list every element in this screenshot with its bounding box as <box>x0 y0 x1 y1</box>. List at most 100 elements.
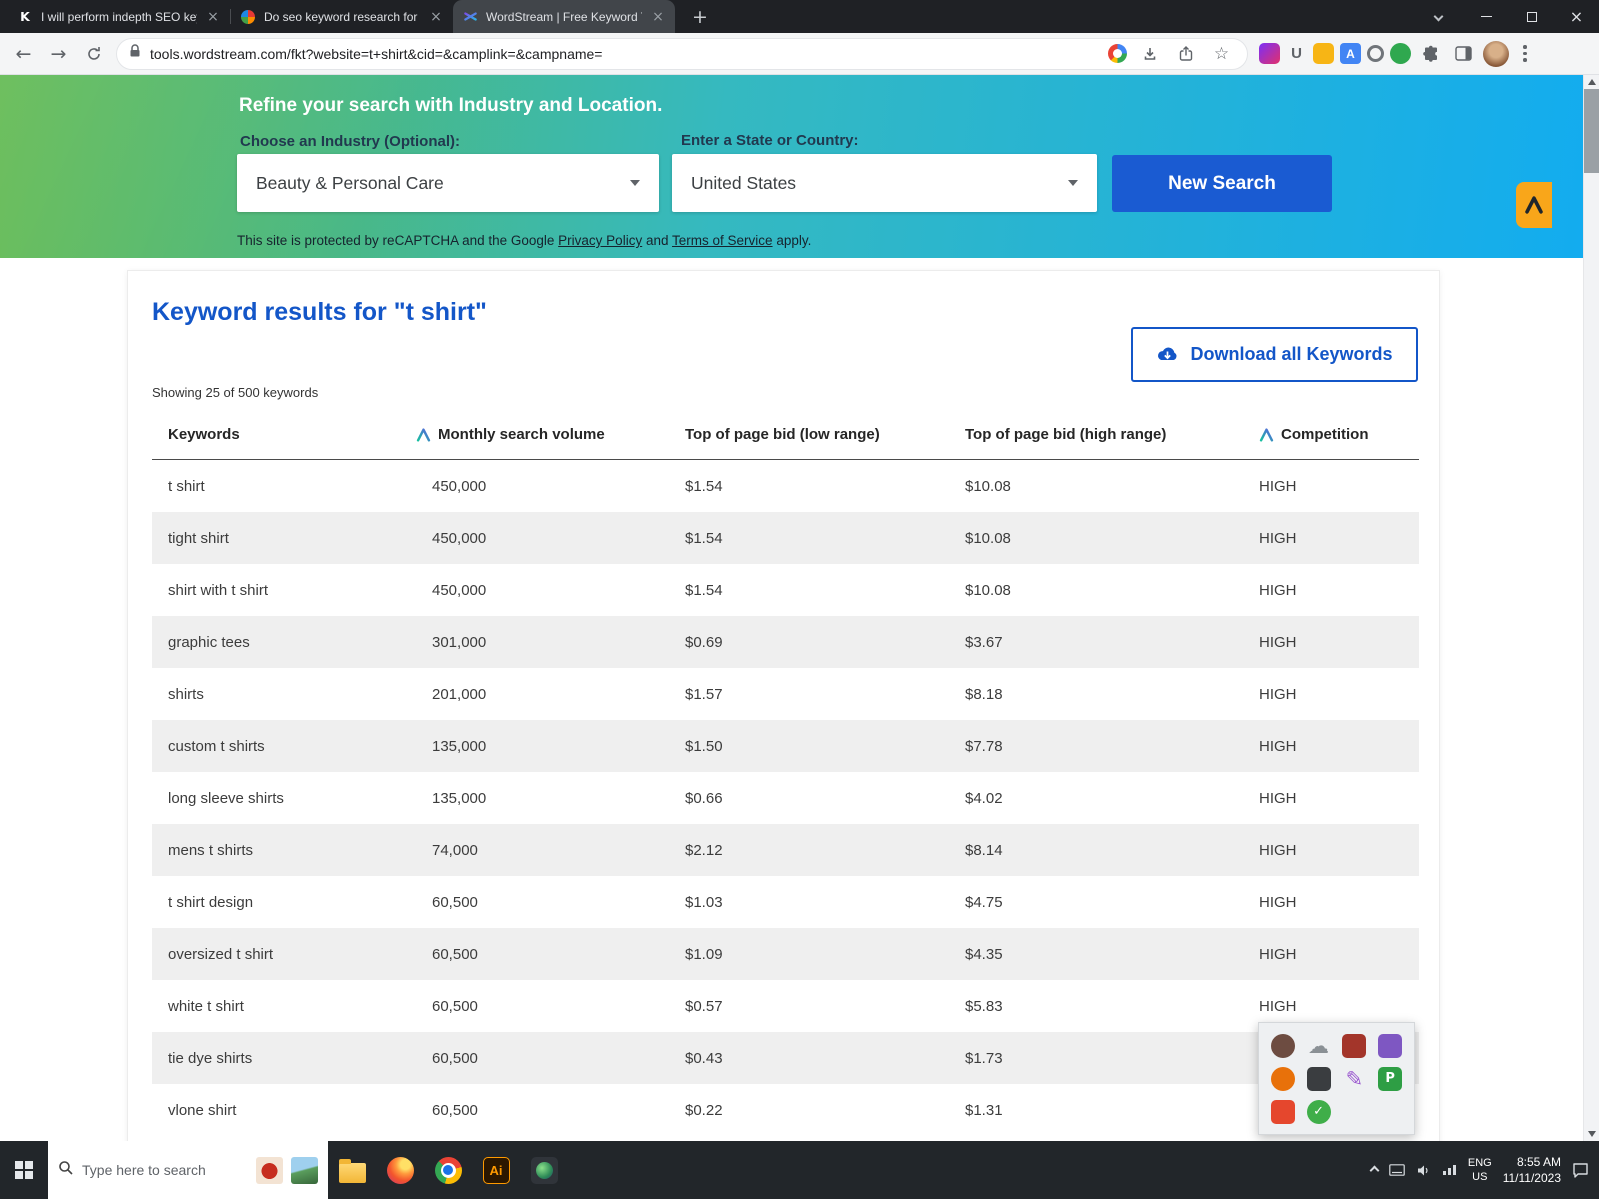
forward-button[interactable]: → <box>42 37 75 70</box>
refine-title: Refine your search with Industry and Loc… <box>239 95 663 116</box>
tab-search-caret-icon[interactable] <box>1433 11 1444 22</box>
new-search-button[interactable]: New Search <box>1112 155 1332 212</box>
firefox-icon[interactable] <box>376 1141 424 1199</box>
bid-low-cell: $1.54 <box>685 581 723 599</box>
location-select[interactable]: United States <box>672 154 1097 212</box>
browser-tab-1[interactable]: K I will perform indepth SEO keyw × <box>8 0 230 33</box>
volume-cell: 60,500 <box>432 945 478 963</box>
table-header-row: Keywords Monthly search volume Top of pa… <box>152 410 1419 460</box>
keyword-table-row: t shirt 450,000 $1.54 $10.08 HIGH <box>152 460 1419 512</box>
reload-button[interactable] <box>77 37 110 70</box>
keyword-table: Keywords Monthly search volume Top of pa… <box>152 410 1419 1136</box>
extension-icon-3[interactable] <box>1313 43 1334 64</box>
download-icon[interactable] <box>1136 40 1163 67</box>
browser-menu-icon[interactable] <box>1515 45 1535 62</box>
browser-tab-2[interactable]: Do seo keyword research for yo × <box>231 0 453 33</box>
bid-low-cell: $2.12 <box>685 841 723 859</box>
lock-icon <box>129 44 141 63</box>
file-explorer-icon[interactable] <box>328 1141 376 1199</box>
taskbar-app-icon-5[interactable] <box>520 1141 568 1199</box>
google-g-icon[interactable] <box>1108 44 1127 63</box>
new-tab-button[interactable]: + <box>685 2 715 32</box>
volume-cell: 301,000 <box>432 633 487 651</box>
search-refine-panel: Refine your search with Industry and Loc… <box>0 75 1599 258</box>
tray-app-icon-8[interactable]: P <box>1378 1066 1403 1091</box>
search-input[interactable] <box>82 1162 248 1178</box>
translate-extension-icon[interactable]: A <box>1340 43 1361 64</box>
address-bar[interactable]: tools.wordstream.com/fkt?website=t+shirt… <box>116 37 1248 70</box>
kwork-favicon-icon: K <box>20 9 30 24</box>
location-label: Enter a State or Country: <box>681 132 859 149</box>
maximize-button[interactable] <box>1509 0 1554 33</box>
chevron-down-icon <box>630 180 640 186</box>
tray-app-icon-5[interactable] <box>1270 1066 1295 1091</box>
speaker-icon[interactable] <box>1416 1163 1431 1178</box>
bid-high-cell: $7.78 <box>965 737 1003 755</box>
industry-select[interactable]: Beauty & Personal Care <box>237 154 659 212</box>
browser-tab-strip: K I will perform indepth SEO keyw × Do s… <box>0 0 1599 33</box>
profile-avatar[interactable] <box>1483 40 1509 67</box>
recaptcha-notice: This site is protected by reCAPTCHA and … <box>237 233 811 248</box>
screen: K I will perform indepth SEO keyw × Do s… <box>0 0 1599 1199</box>
industry-value: Beauty & Personal Care <box>256 172 444 193</box>
bid-high-cell: $10.08 <box>965 581 1011 599</box>
language-indicator[interactable]: ENG US <box>1468 1156 1492 1185</box>
terms-of-service-link[interactable]: Terms of Service <box>672 233 773 248</box>
bookmark-star-icon[interactable]: ☆ <box>1208 40 1235 67</box>
tab-close-icon[interactable]: × <box>205 9 221 25</box>
keyword-rows: t shirt 450,000 $1.54 $10.08 HIGH tight … <box>152 460 1419 1136</box>
touch-keyboard-icon[interactable] <box>1389 1164 1405 1176</box>
scroll-up-button[interactable] <box>1584 75 1599 89</box>
column-bid-high: Top of page bid (high range) <box>965 426 1167 443</box>
extension-icon-1[interactable] <box>1259 43 1280 64</box>
wordstream-favicon-icon <box>462 9 478 25</box>
tray-app-icon-7[interactable]: ✎ <box>1342 1067 1366 1091</box>
competition-cell: HIGH <box>1259 893 1297 911</box>
keyword-cell: t shirt design <box>168 893 254 911</box>
scrollbar-thumb[interactable] <box>1584 89 1599 173</box>
tray-expand-icon[interactable] <box>1369 1165 1380 1175</box>
start-button[interactable] <box>0 1141 48 1199</box>
competition-cell: HIGH <box>1259 737 1297 755</box>
download-all-keywords-button[interactable]: Download all Keywords <box>1131 327 1418 382</box>
action-center-icon[interactable] <box>1572 1162 1589 1178</box>
tray-app-icon-9[interactable] <box>1270 1099 1295 1124</box>
tray-app-icon-1[interactable] <box>1270 1033 1295 1058</box>
search-highlight-flower-image[interactable] <box>256 1156 283 1184</box>
network-icon[interactable] <box>1442 1164 1457 1176</box>
onedrive-icon[interactable]: ☁ <box>1307 1034 1331 1058</box>
feedback-side-tab[interactable] <box>1516 182 1552 228</box>
extension-icon-6[interactable] <box>1390 43 1411 64</box>
taskbar-clock[interactable]: 8:55 AM 11/11/2023 <box>1503 1154 1561 1186</box>
language-code: ENG <box>1467 1156 1492 1169</box>
extension-icon-5[interactable] <box>1367 45 1384 62</box>
tab-close-icon[interactable]: × <box>428 9 444 25</box>
browser-toolbar: ← → tools.wordstream.com/fkt?website=t+s… <box>0 33 1599 75</box>
tray-app-icon-3[interactable] <box>1342 1033 1367 1058</box>
page-scrollbar[interactable] <box>1583 75 1599 1141</box>
competition-cell: HIGH <box>1259 789 1297 807</box>
side-panel-icon[interactable] <box>1450 40 1477 67</box>
close-window-button[interactable]: × <box>1554 0 1599 33</box>
url-text: tools.wordstream.com/fkt?website=t+shirt… <box>150 45 603 62</box>
extensions-puzzle-icon[interactable] <box>1417 40 1444 67</box>
back-button[interactable]: ← <box>7 37 40 70</box>
showing-count-text: Showing 25 of 500 keywords <box>152 385 319 400</box>
update-check-icon[interactable]: ✓ <box>1306 1099 1331 1124</box>
minimize-button[interactable] <box>1464 0 1509 33</box>
competition-cell: HIGH <box>1259 997 1297 1015</box>
chrome-icon[interactable] <box>424 1141 472 1199</box>
taskbar-search[interactable] <box>48 1141 328 1199</box>
illustrator-icon[interactable]: Ai <box>472 1141 520 1199</box>
windows-logo-icon <box>15 1161 33 1179</box>
browser-tab-3-active[interactable]: WordStream | Free Keyword Too × <box>453 0 675 33</box>
tray-app-icon-6[interactable] <box>1306 1066 1331 1091</box>
privacy-policy-link[interactable]: Privacy Policy <box>558 233 642 248</box>
share-icon[interactable] <box>1172 40 1199 67</box>
tray-app-icon-4[interactable] <box>1378 1033 1403 1058</box>
scroll-down-button[interactable] <box>1584 1127 1599 1141</box>
extension-icon-2[interactable]: U <box>1286 43 1307 64</box>
search-highlight-photo-image[interactable] <box>291 1156 318 1184</box>
tab-close-icon[interactable]: × <box>650 9 666 25</box>
volume-cell: 450,000 <box>432 529 487 547</box>
